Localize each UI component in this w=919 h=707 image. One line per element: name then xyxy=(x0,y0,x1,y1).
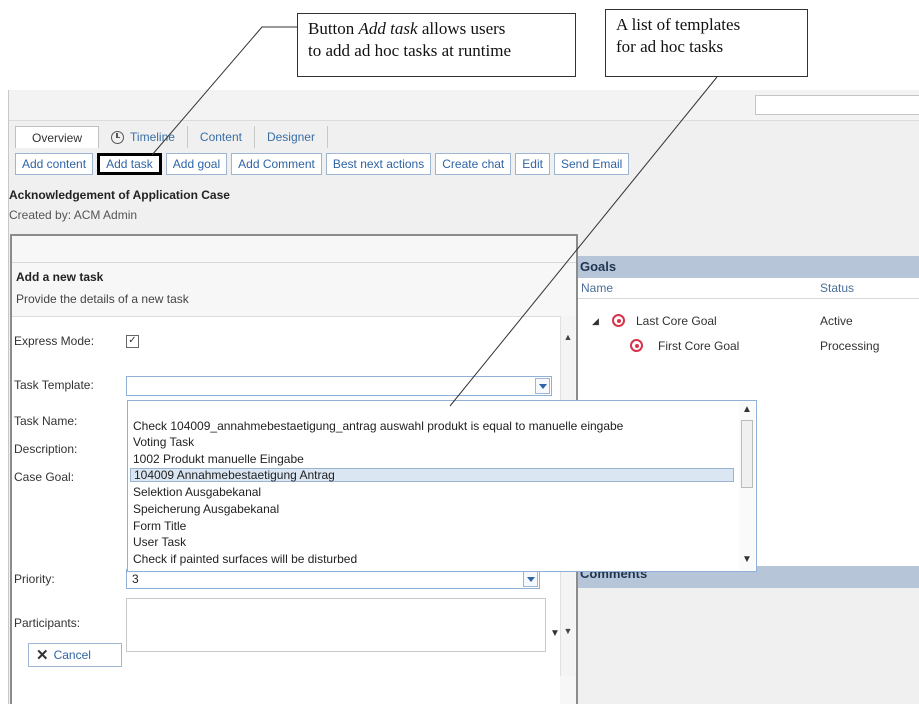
add-comment-button[interactable]: Add Comment xyxy=(231,153,322,175)
add-content-button[interactable]: Add content xyxy=(15,153,94,175)
scroll-down-icon[interactable]: ▼ xyxy=(742,554,752,565)
template-option[interactable]: Selektion Ausgabekanal xyxy=(133,485,261,499)
target-icon xyxy=(630,339,643,352)
callout-text-emphasis: Add task xyxy=(358,19,418,38)
add-task-button[interactable]: Add task xyxy=(97,153,162,175)
tab-label: Designer xyxy=(266,130,315,144)
scrollbar-thumb[interactable] xyxy=(741,420,753,488)
collapse-triangle-icon[interactable]: ◢ xyxy=(592,311,599,331)
template-option[interactable]: Form Title xyxy=(133,519,186,533)
priority-select[interactable]: 3 xyxy=(126,569,540,589)
dialog-title: Add a new task xyxy=(16,270,104,284)
participants-field[interactable] xyxy=(126,598,546,652)
callout-text: to add ad hoc tasks at runtime xyxy=(308,41,512,60)
task-template-label: Task Template: xyxy=(14,378,94,392)
priority-label: Priority: xyxy=(14,572,55,586)
tab-designer[interactable]: Designer xyxy=(255,126,328,148)
cancel-button[interactable]: ✕ Cancel xyxy=(28,643,122,667)
case-tabs: Overview Timeline Content Designer xyxy=(15,126,328,148)
goal-row[interactable]: First Core Goal Processing xyxy=(578,336,919,356)
callout-text: for ad hoc tasks xyxy=(616,37,724,56)
task-template-dropdown[interactable]: Check 104009_annahmebestaetigung_antrag … xyxy=(127,400,757,572)
chevron-down-icon[interactable] xyxy=(523,571,538,587)
tab-label: Content xyxy=(199,130,242,144)
add-task-callout: Button Add task allows users to add ad h… xyxy=(297,13,576,77)
callout-text: Button xyxy=(308,19,359,38)
clock-icon xyxy=(111,130,125,144)
templates-callout: A list of templates for ad hoc tasks xyxy=(605,9,808,77)
express-mode-label: Express Mode: xyxy=(14,334,95,348)
goal-status: Processing xyxy=(820,339,880,353)
callout-text: allows users xyxy=(417,19,506,38)
template-option[interactable]: Voting Task xyxy=(133,435,194,449)
template-option[interactable]: Speicherung Ausgabekanal xyxy=(133,502,279,516)
case-goal-label: Case Goal: xyxy=(14,470,75,484)
chevron-down-icon[interactable] xyxy=(535,378,550,394)
top-bar xyxy=(9,90,919,121)
tab-label: Timeline xyxy=(130,130,175,144)
case-title: Acknowledgement of Application Case xyxy=(9,188,230,202)
template-option[interactable]: Check if painted surfaces will be distur… xyxy=(133,552,357,566)
goals-col-status[interactable]: Status xyxy=(820,278,854,298)
send-email-button[interactable]: Send Email xyxy=(553,153,630,175)
template-option-selected[interactable]: 104009 Annahmebestaetigung Antrag xyxy=(130,468,734,482)
dialog-subtitle: Provide the details of a new task xyxy=(16,292,189,306)
priority-value: 3 xyxy=(132,572,139,586)
tab-timeline[interactable]: Timeline xyxy=(99,126,188,148)
best-next-actions-button[interactable]: Best next actions xyxy=(325,153,432,175)
edit-button[interactable]: Edit xyxy=(515,153,550,175)
tab-overview[interactable]: Overview xyxy=(15,126,100,148)
goal-status: Active xyxy=(820,314,853,328)
template-option[interactable]: User Task xyxy=(133,535,186,549)
cancel-label: Cancel xyxy=(53,648,91,662)
scroll-up-icon[interactable]: ▲ xyxy=(742,404,752,415)
case-toolbar: Add content Add task Add goal Add Commen… xyxy=(15,153,630,175)
search-input[interactable] xyxy=(755,95,919,115)
express-mode-checkbox[interactable]: ✓ xyxy=(126,335,139,348)
scroll-up-icon[interactable]: ▲ xyxy=(561,332,575,346)
participants-label: Participants: xyxy=(14,616,81,630)
goals-header: Goals xyxy=(578,256,919,278)
create-chat-button[interactable]: Create chat xyxy=(435,153,512,175)
template-option[interactable]: 1002 Produkt manuelle Eingabe xyxy=(133,452,304,466)
goal-name: First Core Goal xyxy=(658,339,740,353)
description-label: Description: xyxy=(14,442,78,456)
scroll-down-icon[interactable]: ▼ xyxy=(561,626,575,640)
goals-col-name[interactable]: Name xyxy=(581,278,613,298)
goal-row[interactable]: ◢ Last Core Goal Active xyxy=(578,311,919,331)
close-icon: ✕ xyxy=(36,646,49,664)
template-option[interactable]: Check 104009_annahmebestaetigung_antrag … xyxy=(133,419,623,433)
goals-column-headers: Name Status xyxy=(578,278,919,299)
task-name-label: Task Name: xyxy=(14,414,78,428)
case-created-by: Created by: ACM Admin xyxy=(9,208,138,222)
goal-name: Last Core Goal xyxy=(636,314,717,328)
tab-label: Overview xyxy=(32,130,83,145)
task-template-select[interactable] xyxy=(126,376,552,396)
callout-text: A list of templates xyxy=(616,15,741,34)
add-goal-button[interactable]: Add goal xyxy=(165,153,228,175)
target-icon xyxy=(612,314,625,327)
dropdown-scrollbar[interactable]: ▲ ▼ xyxy=(739,402,755,570)
participants-scroll-icon[interactable]: ▼ xyxy=(550,628,560,639)
dialog-divider xyxy=(12,262,576,263)
tab-content[interactable]: Content xyxy=(188,126,255,148)
